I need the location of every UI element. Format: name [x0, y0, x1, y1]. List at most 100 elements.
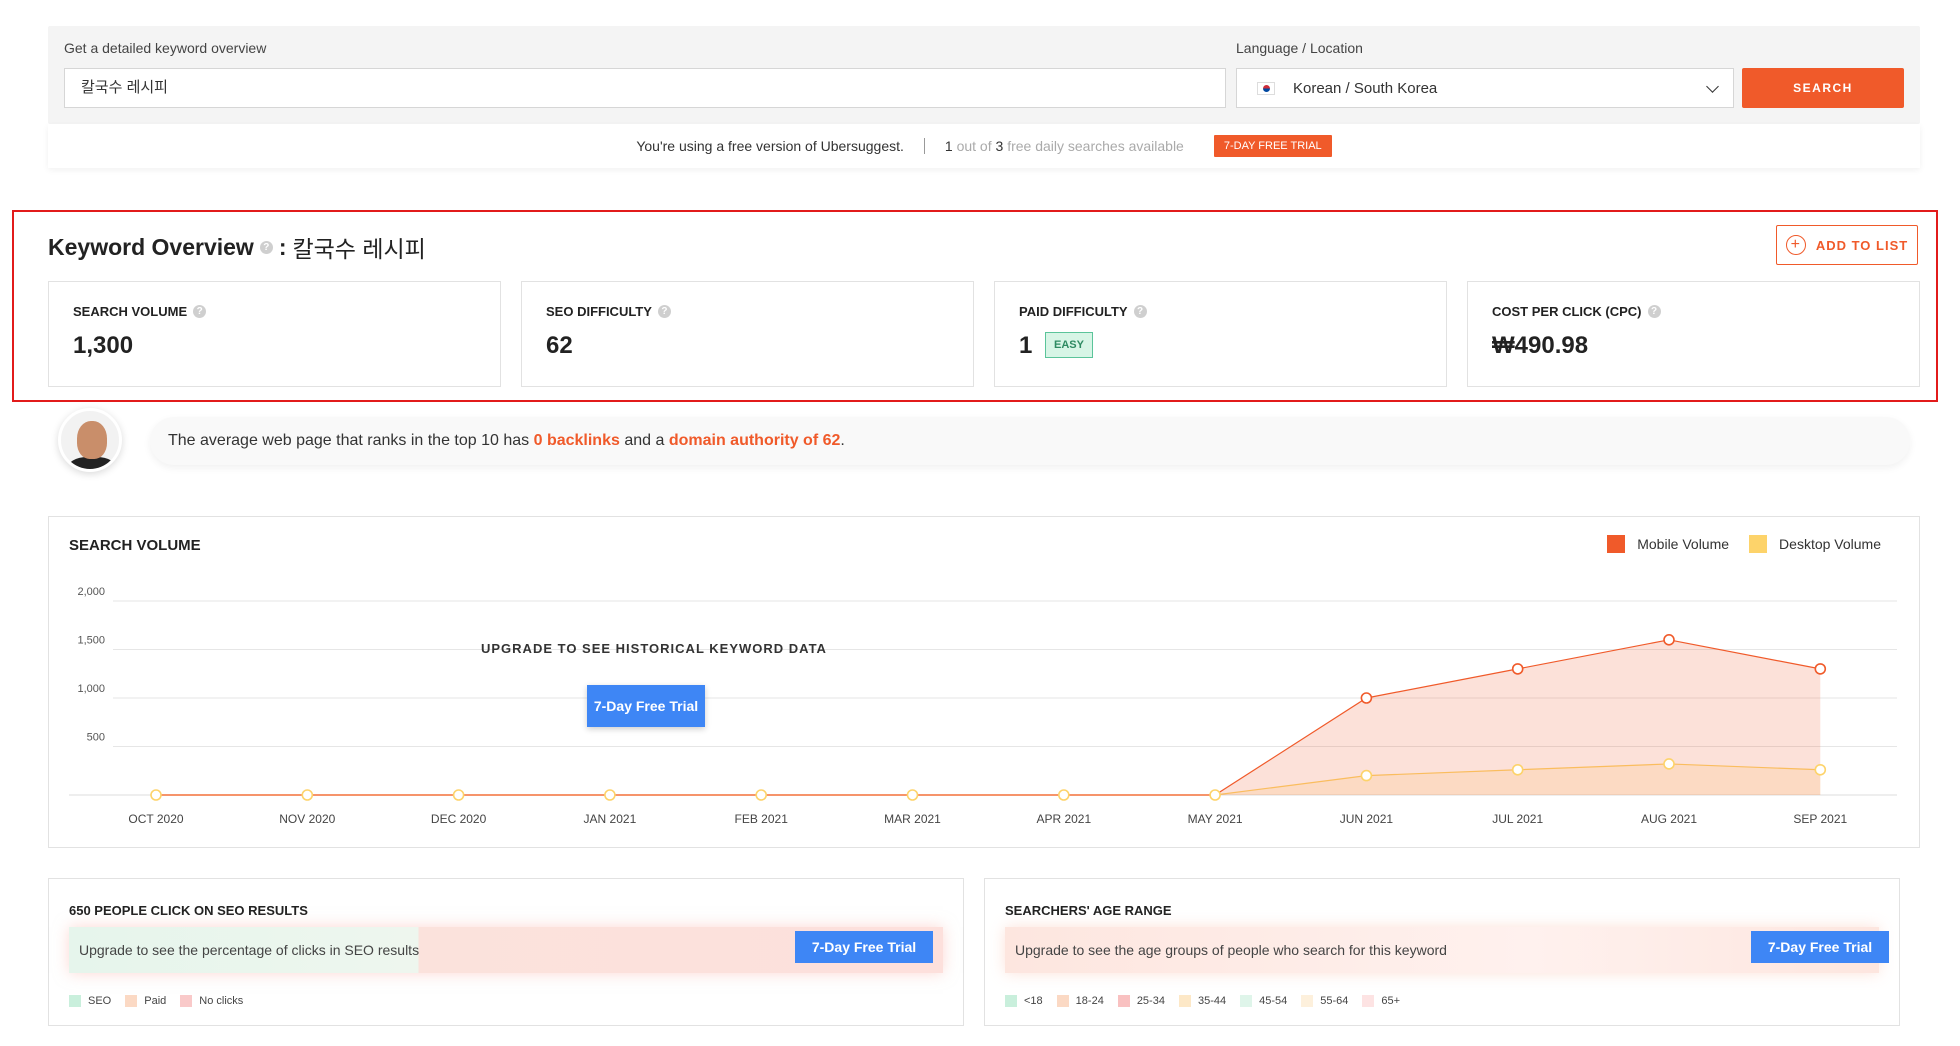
metric-value: ₩490.98 — [1492, 332, 1589, 359]
overview-colon: : — [278, 233, 287, 260]
x-tick-label: SEP 2021 — [1793, 812, 1847, 826]
desktop-data-point — [150, 789, 162, 801]
legend-label: 18-24 — [1075, 995, 1104, 1007]
legend-label: Desktop Volume — [1779, 536, 1881, 552]
avatar — [58, 408, 122, 472]
legend-swatch — [1607, 535, 1626, 553]
legend-item: 55-64 — [1301, 995, 1348, 1007]
x-tick-label: AUG 2021 — [1641, 812, 1697, 826]
seo-clicks-legend: SEO Paid No clicks — [69, 995, 257, 1007]
chart-free-trial-button[interactable]: 7-Day Free Trial — [587, 685, 705, 727]
age-range-legend: <18 18-24 25-34 35-44 45-54 55-64 65+ — [1005, 995, 1414, 1007]
metric-value: 62 — [546, 332, 573, 359]
seo-clicks-card: 650 PEOPLE CLICK ON SEO RESULTS Upgrade … — [48, 878, 964, 1026]
legend-swatch — [1301, 995, 1314, 1007]
x-tick-label: APR 2021 — [1036, 812, 1091, 826]
legend-swatch — [1178, 995, 1191, 1007]
desktop-data-point — [1511, 763, 1524, 776]
search-panel: Get a detailed keyword overview 칼국수 레시피 … — [48, 26, 1920, 124]
help-icon[interactable]: ? — [259, 240, 273, 254]
y-tick-label: 500 — [87, 732, 105, 744]
legend-label: Mobile Volume — [1637, 536, 1730, 552]
desktop-data-point — [755, 789, 768, 801]
legend-swatch — [1056, 995, 1069, 1007]
free-version-text: You're using a free version of Ubersugge… — [636, 138, 904, 154]
blurred-age-bar: Upgrade to see the age groups of people … — [1005, 927, 1879, 973]
desktop-data-point — [1057, 789, 1070, 801]
desktop-data-point — [301, 789, 314, 801]
legend-swatch — [1240, 995, 1253, 1007]
chevron-down-icon — [1706, 80, 1719, 93]
overview-heading: Keyword Overview — [48, 233, 254, 260]
keyword-input[interactable]: 칼국수 레시피 — [64, 68, 1226, 108]
metric-seo-difficulty: SEO DIFFICULTY? 62 — [521, 281, 974, 387]
help-icon[interactable]: ? — [657, 305, 671, 318]
plus-circle-icon: + — [1785, 235, 1806, 255]
upgrade-historical-text: UPGRADE TO SEE HISTORICAL KEYWORD DATA — [481, 641, 827, 656]
desktop-data-point — [452, 789, 465, 801]
search-button[interactable]: SEARCH — [1742, 68, 1904, 108]
legend-desktop[interactable]: Desktop Volume — [1749, 535, 1881, 553]
age-free-trial-button[interactable]: 7-Day Free Trial — [1751, 931, 1889, 963]
x-tick-label: MAR 2021 — [884, 812, 941, 826]
divider — [923, 138, 925, 154]
seo-free-trial-button[interactable]: 7-Day Free Trial — [795, 931, 933, 963]
metric-label: COST PER CLICK (CPC) — [1492, 304, 1642, 319]
legend-item: 18-24 — [1056, 995, 1104, 1007]
banner-text: and a — [624, 432, 665, 449]
upgrade-text: Upgrade to see the percentage of clicks … — [79, 942, 420, 958]
legend-item: SEO — [69, 995, 111, 1007]
legend-swatch — [1749, 535, 1768, 553]
banner-text: . — [840, 432, 845, 449]
legend-label: <18 — [1024, 995, 1043, 1007]
metric-value: 1,300 — [73, 332, 134, 359]
add-to-list-label: ADD TO LIST — [1815, 237, 1909, 253]
metric-cpc: COST PER CLICK (CPC)? ₩490.98 — [1467, 281, 1920, 387]
metric-value: 1 — [1019, 332, 1033, 359]
searches-out-of: out of — [956, 138, 992, 154]
add-to-list-button[interactable]: + ADD TO LIST — [1776, 225, 1918, 265]
insight-banner: The average web page that ranks in the t… — [150, 417, 1910, 465]
legend-item: 35-44 — [1178, 995, 1226, 1007]
legend-swatch — [1005, 995, 1017, 1007]
chart-legend: Mobile Volume Desktop Volume — [1587, 535, 1881, 553]
legend-item: No clicks — [180, 995, 243, 1007]
legend-label: 25-34 — [1136, 995, 1165, 1007]
legend-item: 65+ — [1362, 995, 1400, 1007]
legend-label: No clicks — [199, 995, 244, 1007]
y-tick-label: 1,500 — [77, 635, 105, 647]
free-version-notice: You're using a free version of Ubersugge… — [48, 124, 1920, 168]
x-tick-label: FEB 2021 — [735, 812, 789, 826]
y-tick-label: 2,000 — [77, 586, 105, 598]
legend-swatch — [125, 995, 138, 1007]
searches-total: 3 — [995, 138, 1004, 154]
legend-mobile[interactable]: Mobile Volume — [1607, 535, 1729, 553]
overview-keyword: 칼국수 레시피 — [292, 236, 426, 262]
metric-paid-difficulty: PAID DIFFICULTY? 1 EASY — [994, 281, 1447, 387]
language-value: Korean / South Korea — [1293, 79, 1438, 97]
legend-label: Paid — [144, 995, 167, 1007]
free-trial-chip[interactable]: 7-DAY FREE TRIAL — [1213, 135, 1332, 157]
banner-text: The average web page that ranks in the t… — [168, 432, 530, 449]
help-icon[interactable]: ? — [193, 305, 207, 318]
legend-item: 25-34 — [1117, 995, 1165, 1007]
x-tick-label: JUN 2021 — [1340, 812, 1394, 826]
legend-swatch — [180, 995, 193, 1007]
keyword-overview-title: Keyword Overview ? : 칼국수 레시피 — [48, 230, 426, 264]
card-title: SEARCHERS' AGE RANGE — [1005, 903, 1172, 918]
desktop-data-point — [1209, 789, 1221, 801]
help-icon[interactable]: ? — [1133, 305, 1147, 318]
x-tick-label: MAY 2021 — [1188, 812, 1243, 826]
avatar-head — [77, 421, 107, 459]
searches-used: 1 — [944, 138, 953, 154]
mobile-data-point — [1511, 663, 1524, 675]
upgrade-text: Upgrade to see the age groups of people … — [1015, 942, 1447, 958]
age-range-card: SEARCHERS' AGE RANGE Upgrade to see the … — [984, 878, 1900, 1026]
chart-canvas: 2,000 1,500 1,000 500 OCT 2020 NOV 2020 DEC 20… — [69, 586, 1897, 826]
help-icon[interactable]: ? — [1647, 305, 1661, 318]
chart-title: SEARCH VOLUME — [69, 537, 201, 554]
mobile-data-point — [1814, 663, 1827, 675]
language-select[interactable]: Korean / South Korea — [1236, 68, 1734, 108]
legend-label: SEO — [88, 995, 112, 1007]
mobile-data-point — [1360, 692, 1373, 704]
